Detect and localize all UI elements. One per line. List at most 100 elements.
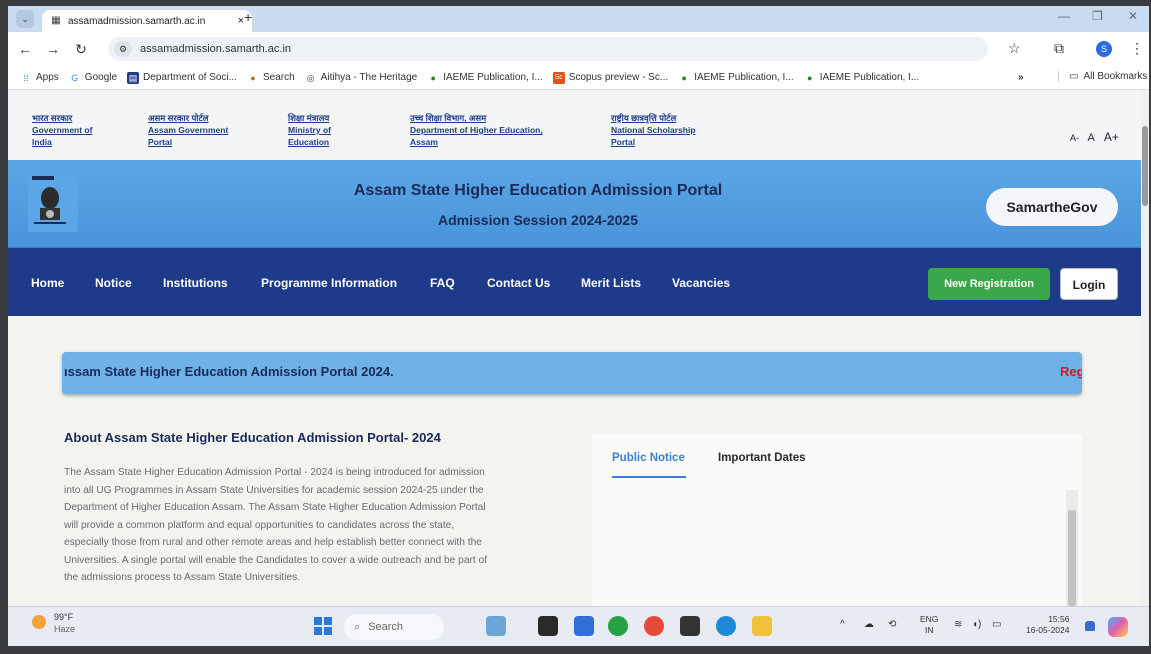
bookmark-label: IAEME Publication, I... (694, 72, 794, 83)
volume-icon[interactable]: ◖) (972, 619, 981, 630)
notification-bell-icon[interactable] (1085, 621, 1095, 631)
bookmark-item[interactable]: ● IAEME Publication, I... (678, 72, 794, 84)
forward-icon[interactable]: → (42, 41, 64, 57)
new-registration-button[interactable]: New Registration (928, 268, 1050, 300)
tab-public-notice[interactable]: Public Notice (612, 452, 685, 464)
address-toolbar: ← → ↻ ⚙ assamadmission.samarth.ac.in ☆ ⧉… (8, 32, 1149, 66)
battery-icon[interactable]: ▭ (992, 619, 1001, 630)
nav-item-home[interactable]: Home (31, 276, 64, 290)
copilot-icon[interactable] (1108, 617, 1128, 637)
address-bar[interactable]: ⚙ assamadmission.samarth.ac.in (108, 37, 988, 61)
notice-panel: Public Notice Important Dates (592, 434, 1082, 606)
language-code: ENG (920, 614, 939, 624)
font-normal-button[interactable]: A (1087, 132, 1094, 144)
about-line: will provide a common platform and equal… (64, 519, 455, 531)
input-language[interactable]: ENG IN (920, 614, 938, 636)
all-bookmarks-label: All Bookmarks (1083, 71, 1148, 82)
bookmark-item[interactable]: ● Search (247, 72, 294, 84)
gov-link[interactable]: भारत सरकार Government of India (32, 112, 92, 148)
bookmark-item[interactable]: Sc Scopus preview - Sc... (552, 71, 669, 84)
system-clock[interactable]: 15:56 16-05-2024 (1026, 614, 1069, 636)
start-button-icon[interactable] (314, 617, 332, 635)
gov-link-en1: National Scholarship (611, 125, 696, 135)
iaeme-icon: ● (430, 72, 436, 83)
tab-important-dates[interactable]: Important Dates (718, 452, 806, 464)
bookmark-item[interactable]: G Google (69, 72, 117, 84)
language-bar-icon[interactable]: ⟲ (888, 619, 896, 630)
reload-icon[interactable]: ↻ (70, 41, 92, 58)
new-tab-icon[interactable]: + (244, 9, 252, 25)
samarth-egov-logo[interactable]: SamartheGov (986, 188, 1118, 226)
nav-item-faq[interactable]: FAQ (430, 276, 455, 290)
edge-icon[interactable] (716, 616, 736, 636)
nav-item-institutions[interactable]: Institutions (163, 276, 228, 290)
nav-item-notice[interactable]: Notice (95, 276, 132, 290)
bookmark-item[interactable]: ● IAEME Publication, I... (804, 72, 919, 84)
tab-strip: ⌄ ▦ assamadmission.samarth.ac.in × + — ❐… (8, 6, 1149, 32)
nav-item-merit-lists[interactable]: Merit Lists (581, 276, 641, 290)
gov-link[interactable]: राष्ट्रीय छात्रवृत्ति पोर्टल National Sch… (611, 112, 696, 148)
bookmark-item[interactable]: ● IAEME Publication, I... (427, 72, 542, 84)
notepad-icon[interactable] (680, 616, 700, 636)
site-favicon-icon: ▦ (51, 15, 61, 26)
wifi-icon[interactable]: ≋ (954, 619, 962, 630)
font-size-controls: A- A A+ (1070, 130, 1125, 144)
gov-link[interactable]: उच्च शिक्षा विभाग, असम Department of High… (410, 112, 543, 148)
onedrive-icon[interactable]: ☁ (864, 619, 874, 630)
page-scrollbar-thumb[interactable] (1142, 126, 1148, 206)
tab-search-chevron-icon[interactable]: ⌄ (16, 10, 34, 28)
admission-session: Admission Session 2024-2025 (438, 212, 638, 228)
nav-item-contact-us[interactable]: Contact Us (487, 276, 550, 290)
tray-overflow-icon[interactable]: ^ (840, 619, 845, 630)
nav-item-programme-information[interactable]: Programme Information (261, 276, 397, 290)
bookmarks-overflow-icon[interactable]: » (1018, 72, 1024, 83)
bookmark-item[interactable]: ◎ Aitihya - The Heritage (305, 72, 417, 84)
all-bookmarks-button[interactable]: ▭ All Bookmarks (1058, 71, 1147, 82)
gov-link[interactable]: शिक्षा मंत्रालय Ministry of Education (288, 112, 331, 148)
font-increase-button[interactable]: A+ (1104, 130, 1119, 144)
tab-title: assamadmission.samarth.ac.in (68, 15, 206, 27)
browser-tab[interactable]: ▦ assamadmission.samarth.ac.in × (42, 10, 252, 32)
bookmark-item[interactable]: ⁞⁞ Apps (20, 72, 58, 84)
about-line: especially those from rural and other re… (64, 537, 482, 548)
taskbar-search[interactable]: ⌕ Search (344, 614, 444, 640)
announcement-marquee[interactable]: ıssam State Higher Education Admission P… (62, 352, 1082, 394)
chrome-icon[interactable] (644, 616, 664, 636)
bookmark-item[interactable]: ▤ Department of Soci... (127, 71, 237, 84)
nav-item-vacancies[interactable]: Vacancies (672, 276, 730, 290)
gov-link-hi: भारत सरकार (32, 113, 73, 123)
back-icon[interactable]: ← (14, 41, 36, 57)
gov-link-en1: Department of Higher Education, (410, 125, 543, 135)
main-navigation: New Registration Login Home Notice Institu… (8, 248, 1149, 316)
haze-sun-icon (32, 615, 46, 629)
whatsapp-icon[interactable] (608, 616, 628, 636)
notice-scrollbar-thumb[interactable] (1068, 510, 1076, 606)
folder-icon: ▭ (1069, 71, 1079, 82)
page-content: ıssam State Higher Education Admission P… (8, 316, 1141, 606)
gov-link[interactable]: असम सरकार पोर्टल Assam Government Portal (148, 112, 228, 148)
portal-header: Assam State Higher Education Admission P… (8, 160, 1149, 248)
minimize-icon[interactable]: — (1058, 9, 1070, 23)
window-close-icon[interactable]: ✕ (1128, 9, 1138, 23)
task-view-icon[interactable] (538, 616, 558, 636)
windows-taskbar: 99°F Haze ⌕ Search ^ ☁ ⟲ ENG IN ≋ ◖) ▭ 1… (8, 606, 1149, 646)
portal-title: Assam State Higher Education Admission P… (353, 182, 723, 199)
widgets-icon[interactable] (486, 616, 506, 636)
restore-icon[interactable]: ❐ (1092, 9, 1103, 23)
site-info-icon[interactable]: ⚙ (114, 41, 132, 57)
login-button[interactable]: Login (1060, 268, 1118, 300)
gov-link-en2: Education (288, 137, 330, 147)
bookmark-label: Department of Soci... (143, 72, 237, 83)
file-explorer-icon[interactable] (752, 616, 772, 636)
extensions-icon[interactable]: ⧉ (1054, 40, 1064, 57)
profile-avatar[interactable]: S (1096, 41, 1112, 57)
bookmark-star-icon[interactable]: ☆ (1008, 40, 1021, 57)
browser-menu-icon[interactable]: ⋮ (1130, 40, 1144, 57)
font-decrease-button[interactable]: A- (1070, 133, 1079, 143)
meet-icon[interactable] (574, 616, 594, 636)
bookmark-label: Scopus preview - Sc... (568, 72, 669, 83)
gov-link-hi: राष्ट्रीय छात्रवृत्ति पोर्टल (611, 113, 677, 123)
browser-window: ⌄ ▦ assamadmission.samarth.ac.in × + — ❐… (8, 6, 1149, 646)
apps-grid-icon: ⁞⁞ (23, 72, 29, 83)
about-line: The Assam State Higher Education Admissi… (64, 467, 485, 478)
